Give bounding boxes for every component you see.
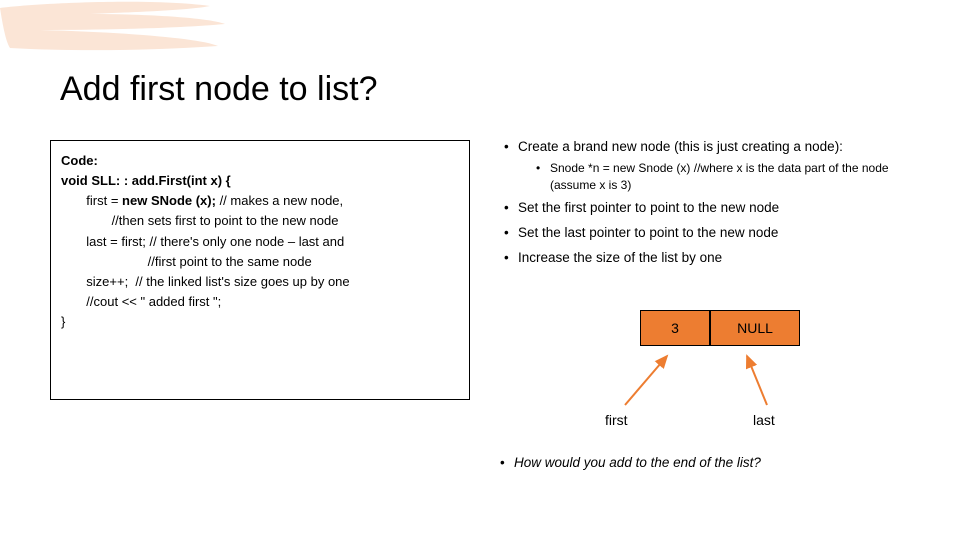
bullet-set-last: Set the last pointer to point to the new… [500,224,930,243]
node-data-cell: 3 [640,310,710,346]
code-line: } [61,312,459,332]
code-box: Code: void SLL: : add.First(int x) { fir… [50,140,470,400]
code-line: last = first; // there's only one node –… [61,232,459,252]
code-line: //then sets first to point to the new no… [61,211,459,231]
pointer-label-first: first [605,412,628,428]
node-next-cell: NULL [710,310,800,346]
explanation-list: Create a brand new node (this is just cr… [500,138,930,274]
code-line: //first point to the same node [61,252,459,272]
code-line: size++; // the linked list's size goes u… [61,272,459,292]
code-line: first = new SNode (x); // makes a new no… [61,191,459,211]
brush-stroke-icon [0,0,230,60]
bullet-create-node: Create a brand new node (this is just cr… [500,138,930,193]
bullet-create-node-sub: Snode *n = new Snode (x) //where x is th… [534,160,930,194]
pointer-label-last: last [753,412,775,428]
footer-question: •How would you add to the end of the lis… [500,455,930,470]
bullet-set-first: Set the first pointer to point to the ne… [500,199,930,218]
code-line: void SLL: : add.First(int x) { [61,171,459,191]
arrow-last-icon [735,350,795,410]
arrow-first-icon [615,350,685,410]
bullet-increase-size: Increase the size of the list by one [500,249,930,268]
code-line: //cout << " added first "; [61,292,459,312]
slide-title: Add first node to list? [60,70,378,109]
code-label: Code: [61,151,459,171]
